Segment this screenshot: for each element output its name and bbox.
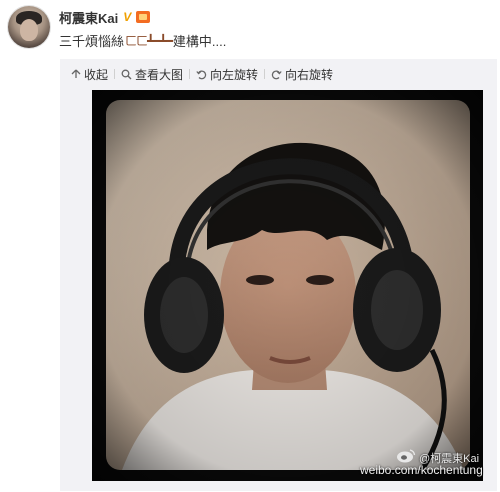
magnifier-icon xyxy=(121,69,132,79)
emoticon-icon: ㄈㄈ┻━┻━ xyxy=(125,34,173,48)
avatar-face xyxy=(20,19,38,41)
view-large-label: 查看大图 xyxy=(135,67,184,82)
username-link[interactable]: 柯震東Kai xyxy=(59,8,118,27)
collapse-button[interactable]: 收起 xyxy=(71,66,108,83)
view-large-button[interactable]: 查看大图 xyxy=(121,66,183,83)
collapse-arrow-icon xyxy=(71,69,81,78)
post-text-suffix: 建構中.... xyxy=(172,34,227,49)
weibo-logo-icon xyxy=(397,449,416,463)
toolbar-divider xyxy=(114,69,116,79)
rotate-left-button[interactable]: 向左旋转 xyxy=(196,66,258,83)
rotate-right-button[interactable]: 向右旋转 xyxy=(271,66,333,83)
rotate-right-icon xyxy=(271,70,282,79)
post-photo[interactable] xyxy=(92,90,483,481)
photo-image xyxy=(92,90,483,481)
media-toolbar: 收起 查看大图 向左旋转 向右旋转 xyxy=(71,66,333,82)
user-avatar[interactable] xyxy=(8,6,50,48)
member-badge-icon[interactable] xyxy=(136,11,151,23)
post-text: 三千煩惱絲 ㄈㄈ┻━┻━ 建構中.... xyxy=(59,31,226,50)
rotate-right-label: 向右旋转 xyxy=(285,67,334,82)
collapse-label: 收起 xyxy=(84,67,109,82)
watermark-url: weibo.com/kochentung xyxy=(360,463,483,477)
rotate-left-label: 向左旋转 xyxy=(210,67,259,82)
verified-icon[interactable]: V xyxy=(121,10,133,24)
post-author-line: 柯震東Kai V xyxy=(59,8,151,27)
toolbar-divider xyxy=(189,69,191,79)
post-text-prefix: 三千煩惱絲 xyxy=(59,34,125,49)
toolbar-divider xyxy=(264,69,266,79)
rotate-left-icon xyxy=(196,70,207,79)
